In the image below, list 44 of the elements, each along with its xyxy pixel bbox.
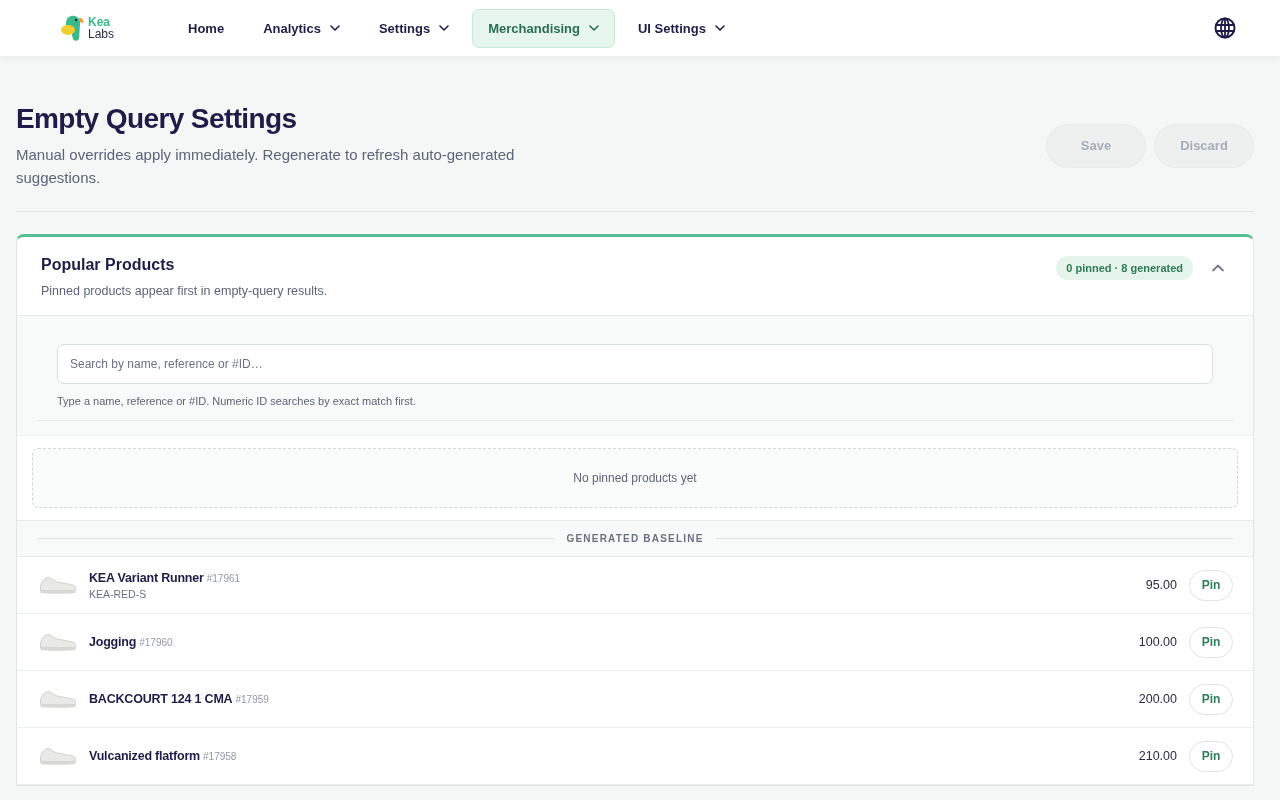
parrot-logo-icon [60, 14, 86, 42]
section-heading: GENERATED BASELINE [566, 533, 704, 544]
nav-menu-item[interactable]: Analytics [247, 8, 356, 48]
empty-state-text: No pinned products yet [573, 471, 697, 485]
product-id: #17958 [203, 751, 237, 762]
shoe-thumbnail [40, 576, 76, 594]
count-badge: 0 pinned · 8 generated [1056, 255, 1193, 280]
product-price: 95.00 [1145, 578, 1177, 592]
product-id: #17960 [139, 637, 173, 648]
chevron-up-icon [1212, 263, 1224, 272]
product-price: 100.00 [1138, 635, 1177, 649]
product-name: Vulcanized flatform [89, 749, 201, 763]
nav-menu-item[interactable]: UI Settings [622, 8, 741, 48]
product-id: #17959 [235, 694, 269, 705]
panel-title: Popular Products [41, 255, 176, 275]
shoe-thumbnail [40, 747, 76, 765]
globe-icon[interactable] [1214, 17, 1236, 39]
product-reference: KEA-RED-S [89, 587, 148, 600]
shoe-thumbnail [40, 690, 76, 708]
page-subtitle: Manual overrides apply immediately. Regenerate to refresh auto-generated suggestions. [16, 145, 516, 188]
product-price: 200.00 [1138, 692, 1177, 706]
nav-menu-item[interactable]: Merchandising [472, 8, 615, 48]
search-field[interactable]: Search by name, reference or #ID… [57, 344, 1213, 384]
pin-button[interactable]: Pin [1189, 626, 1233, 658]
product-id: #17961 [206, 572, 241, 584]
pin-button[interactable]: Pin [1189, 683, 1233, 715]
chevron-down-icon [589, 25, 599, 31]
chevron-down-icon [439, 25, 450, 31]
chevron-down-icon [329, 25, 340, 31]
pin-button[interactable]: Pin [1189, 740, 1233, 772]
product-name: Jogging [89, 635, 137, 649]
pin-button[interactable]: Pin [1189, 569, 1233, 601]
product-price: 210.00 [1138, 749, 1177, 763]
logo-text: Labs [88, 28, 115, 40]
shoe-thumbnail [40, 633, 76, 651]
search-hint: Type a name, reference or #ID. Numeric ID searches by exact match first. [57, 394, 417, 408]
nav-menu-item[interactable]: Home [172, 8, 241, 48]
panel-subtitle: Pinned products appear first in empty-query results. [41, 283, 329, 299]
nav-menu-item[interactable]: Settings [362, 8, 466, 48]
product-name: BACKCOURT 124 1 CMA [89, 692, 233, 706]
page-title: Empty Query Settings [16, 102, 298, 136]
product-name: KEA Variant Runner [89, 570, 204, 585]
chevron-down-icon [714, 25, 725, 31]
logo-text: Kea [88, 16, 111, 28]
